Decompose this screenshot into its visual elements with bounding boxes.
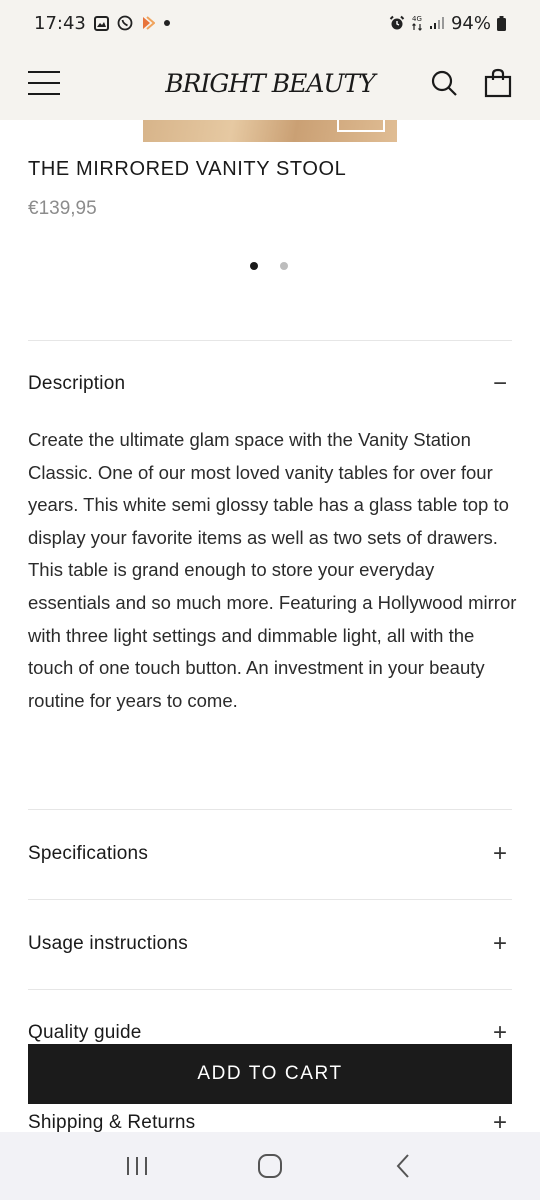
description-text: Create the ultimate glam space with the … [28, 429, 517, 711]
accordion-label: Usage instructions [28, 933, 188, 954]
accordion-label: Description [28, 373, 126, 394]
add-to-cart-button[interactable]: ADD TO CART [28, 1044, 512, 1104]
site-header: BRIGHT BEAUTY [0, 46, 540, 120]
divider [28, 989, 512, 990]
carousel-dots [250, 262, 288, 270]
recent-apps-icon[interactable] [117, 1146, 157, 1186]
accordion-label: Specifications [28, 843, 149, 864]
signal-icon [429, 16, 445, 30]
whatsapp-notification-icon [117, 15, 133, 31]
status-time: 17:43 [34, 12, 86, 34]
battery-icon [497, 15, 506, 31]
gallery-notification-icon [93, 15, 109, 31]
product-price: €139,95 [28, 198, 97, 219]
carousel-dot-1[interactable] [250, 262, 258, 270]
home-icon[interactable] [250, 1146, 290, 1186]
back-icon[interactable] [383, 1146, 423, 1186]
menu-icon[interactable] [28, 71, 60, 95]
status-left: 17:43 [34, 13, 171, 34]
accordion-usage-instructions[interactable]: Usage instructions + [28, 932, 512, 956]
accordion-description[interactable]: Description − [28, 372, 512, 396]
accordion-quality-guide[interactable]: Quality guide + [28, 1021, 512, 1045]
carousel-dot-2[interactable] [280, 262, 288, 270]
status-right: 4G 94% [389, 13, 506, 34]
network-4g-icon: 4G [411, 14, 423, 32]
divider [28, 809, 512, 810]
app-notification-icon [141, 15, 155, 31]
alarm-icon [389, 15, 405, 31]
status-bar: 17:43 4G 94% [0, 0, 540, 46]
search-icon[interactable] [430, 69, 458, 97]
more-notifications-icon [163, 19, 171, 27]
collapse-icon[interactable]: − [488, 372, 512, 396]
expand-icon[interactable]: + [488, 1021, 512, 1045]
svg-text:4G: 4G [412, 15, 422, 23]
divider [28, 340, 512, 341]
accordion-specifications[interactable]: Specifications + [28, 842, 512, 866]
accordion-label: Shipping & Returns [28, 1112, 196, 1133]
expand-icon[interactable]: + [488, 932, 512, 956]
battery-percent: 94% [450, 12, 491, 34]
product-title: THE MIRRORED VANITY STOOL [28, 158, 347, 180]
system-nav-bar [0, 1132, 540, 1200]
accordion-label: Quality guide [28, 1022, 142, 1043]
expand-icon[interactable]: + [488, 842, 512, 866]
shopping-bag-icon[interactable] [484, 68, 512, 98]
product-image[interactable] [143, 120, 397, 142]
divider [28, 899, 512, 900]
header-actions [430, 68, 512, 98]
